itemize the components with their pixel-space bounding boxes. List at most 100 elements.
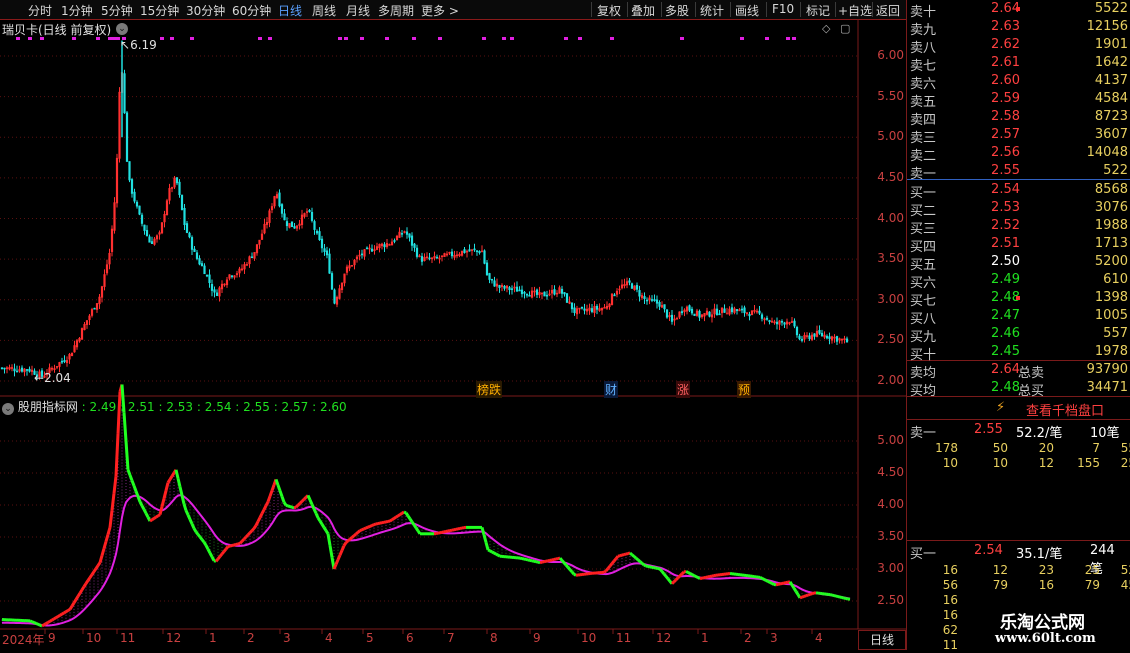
trend-line <box>766 580 768 581</box>
candle <box>184 204 186 230</box>
signal-dot <box>578 37 582 40</box>
candle <box>646 297 648 304</box>
candle <box>206 275 208 278</box>
trend-line <box>634 556 636 558</box>
chevron-down-icon[interactable]: ⌄ <box>2 403 14 415</box>
ask-row[interactable]: 卖三2.573607 <box>908 126 1122 144</box>
trend-line <box>806 595 808 596</box>
trend-line <box>640 562 642 564</box>
candle <box>711 309 713 322</box>
candle <box>526 293 528 297</box>
trend-line <box>294 507 296 508</box>
signal-dot <box>344 37 348 40</box>
ask-row[interactable]: 卖八2.621901 <box>908 36 1122 54</box>
trend-line <box>140 502 142 506</box>
candle <box>456 251 458 258</box>
tick-volume-row: 1612232552 <box>908 563 1122 578</box>
candle <box>649 295 651 304</box>
indicator-tick: 5.00 <box>860 433 904 447</box>
candle <box>716 304 718 315</box>
trend-line <box>202 540 204 543</box>
candle <box>314 220 316 235</box>
candle <box>611 293 613 305</box>
candle <box>279 189 281 207</box>
bid-row[interactable]: 买五2.505200 <box>908 253 1122 271</box>
candle <box>771 318 773 323</box>
trend-line <box>694 576 696 577</box>
bid-row[interactable]: 买三2.521988 <box>908 217 1122 235</box>
trend-line <box>412 522 414 525</box>
ask-row[interactable]: 卖五2.594584 <box>908 90 1122 108</box>
tick-volume-row: 10101215525 <box>908 456 1122 471</box>
candle <box>706 308 708 316</box>
candle <box>811 332 813 341</box>
ask-row[interactable]: 卖一2.55522 <box>908 162 1122 180</box>
price-tick: 3.50 <box>860 251 904 265</box>
candle <box>226 277 228 288</box>
candle <box>586 305 588 315</box>
ask-row[interactable]: 卖六2.604137 <box>908 72 1122 90</box>
candle <box>151 237 153 244</box>
event-tag-forecast[interactable]: 预 <box>737 381 751 398</box>
candle <box>496 279 498 292</box>
candle <box>254 252 256 261</box>
candle <box>399 227 401 238</box>
ask-row[interactable]: 卖二2.5614048 <box>908 144 1122 162</box>
signal-dot <box>765 37 769 40</box>
candle <box>24 368 26 376</box>
candle <box>396 235 398 241</box>
candle <box>246 262 248 266</box>
trend-line <box>338 555 340 560</box>
candle <box>329 248 331 274</box>
event-tag-rise[interactable]: 涨 <box>676 381 690 398</box>
bid-row[interactable]: 买二2.533076 <box>908 199 1122 217</box>
candle <box>214 286 216 297</box>
chart-canvas <box>0 0 906 650</box>
period-indicator[interactable]: 日线 <box>858 630 906 650</box>
trend-line <box>492 552 494 553</box>
trend-line <box>496 554 498 555</box>
trend-line <box>136 491 138 496</box>
trend-line <box>686 571 688 572</box>
ask-row[interactable]: 卖十2.645522 <box>908 0 1122 18</box>
bid-row[interactable]: 买九2.46557 <box>908 325 1122 343</box>
candle <box>499 285 501 293</box>
candle <box>541 293 543 300</box>
bid-row[interactable]: 买四2.511713 <box>908 235 1122 253</box>
candle <box>534 287 536 297</box>
view-depth-button[interactable]: 查看千档盘口 <box>1026 400 1104 419</box>
candle <box>549 290 551 296</box>
bid-row[interactable]: 买六2.49610 <box>908 271 1122 289</box>
bid-row[interactable]: 买八2.471005 <box>908 307 1122 325</box>
event-tag-finance[interactable]: 财 <box>604 381 618 398</box>
candle <box>566 293 568 303</box>
candle <box>519 286 521 291</box>
trend-line <box>208 549 210 553</box>
trend-line <box>282 496 284 502</box>
ask-row[interactable]: 卖四2.588723 <box>908 108 1122 126</box>
candle <box>821 330 823 337</box>
candle <box>684 308 686 316</box>
event-tag-limit-down[interactable]: 榜跌 <box>476 381 502 398</box>
bid-row[interactable]: 买十2.451978 <box>908 343 1122 361</box>
candle <box>234 275 236 280</box>
bid-row[interactable]: 买七2.481398 <box>908 289 1122 307</box>
candle <box>311 208 313 223</box>
ask-row[interactable]: 卖九2.6312156 <box>908 18 1122 36</box>
candle <box>11 364 13 371</box>
candle <box>91 308 93 318</box>
candle <box>69 353 71 364</box>
candle <box>724 304 726 312</box>
low-price-label: ←2.04 <box>34 371 71 385</box>
candle <box>284 209 286 220</box>
candle <box>19 366 21 373</box>
candle <box>614 293 616 296</box>
trend-line <box>334 564 336 569</box>
trend-line <box>404 512 406 513</box>
candle <box>624 279 626 289</box>
trend-line <box>808 594 810 595</box>
bid-row[interactable]: 买一2.548568 <box>908 181 1122 199</box>
trend-line <box>618 556 620 557</box>
signal-dot <box>40 37 44 40</box>
ask-row[interactable]: 卖七2.611642 <box>908 54 1122 72</box>
